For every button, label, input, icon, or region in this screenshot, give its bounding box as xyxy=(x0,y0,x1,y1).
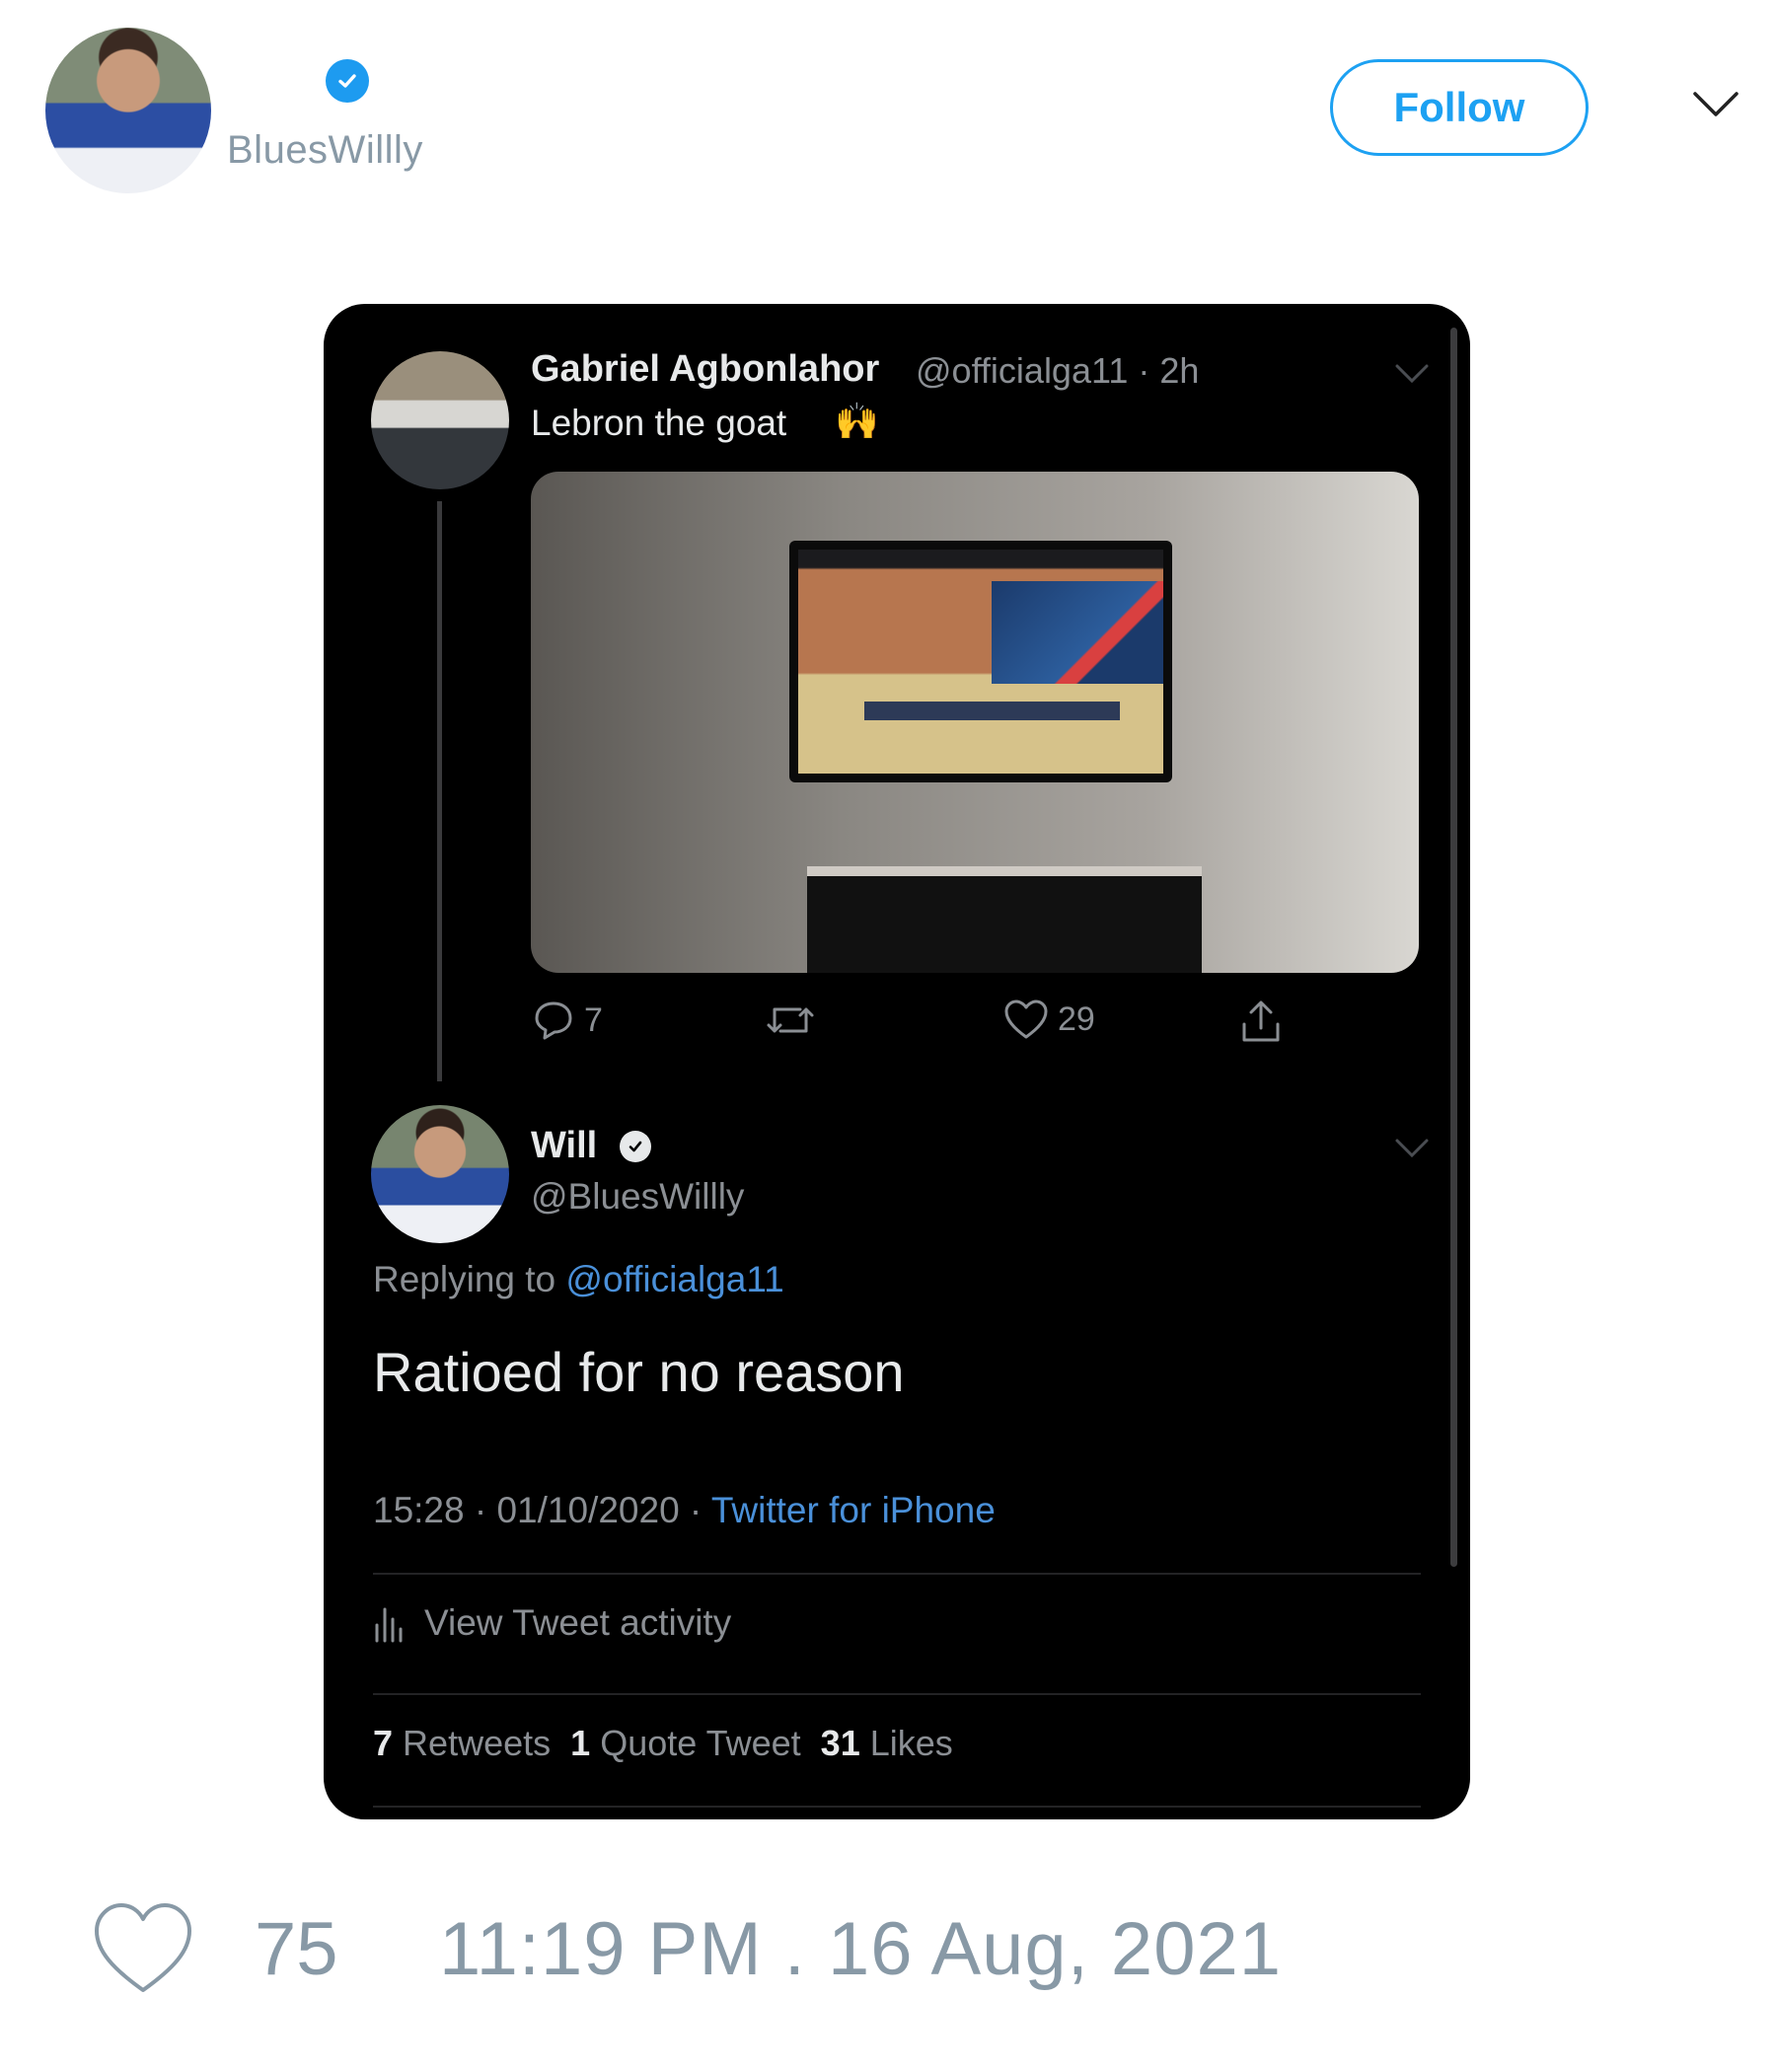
parent-tweet-text: Lebron the goat xyxy=(531,403,787,443)
chevron-down-icon xyxy=(1395,364,1429,384)
thread-line xyxy=(437,501,442,1081)
author-handle[interactable]: BluesWillly xyxy=(227,128,423,173)
fireplace-image xyxy=(807,876,1202,973)
tweet-photo xyxy=(531,472,1419,973)
quotes-number: 1 xyxy=(570,1723,591,1763)
author-avatar[interactable] xyxy=(45,28,211,193)
like-action: 29 xyxy=(1002,998,1095,1041)
parent-author-meta: @officialga11 · 2h xyxy=(916,350,1200,391)
replying-mention: @officialga11 xyxy=(565,1259,784,1299)
bar-chart-icon xyxy=(375,1607,403,1643)
embedded-screenshot[interactable]: Gabriel Agbonlahor @officialga11 · 2h Le… xyxy=(324,304,1470,1819)
reply-count: 7 xyxy=(584,1000,603,1039)
tweet-meta: 15:28 · 01/10/2020 · Twitter for iPhone xyxy=(373,1490,996,1531)
replying-prefix: Replying to xyxy=(373,1259,566,1299)
reply-icon xyxy=(535,1001,572,1040)
heart-icon[interactable] xyxy=(89,1899,197,1998)
divider xyxy=(373,1573,1421,1575)
like-count: 75 xyxy=(255,1907,338,1991)
parent-author-name: Gabriel Agbonlahor xyxy=(531,348,880,390)
reply-tweet-text: Ratioed for no reason xyxy=(373,1341,905,1403)
quotes-label: Quote Tweet xyxy=(600,1723,801,1763)
activity-label: View Tweet activity xyxy=(424,1602,732,1643)
view-tweet-activity: View Tweet activity xyxy=(373,1602,731,1644)
parent-author-avatar xyxy=(371,351,509,489)
reply-action: 7 xyxy=(531,998,603,1043)
tv-image xyxy=(789,541,1172,782)
reply-author-handle: @BluesWillly xyxy=(531,1176,745,1217)
divider xyxy=(373,1806,1421,1808)
chevron-down-icon[interactable] xyxy=(1691,89,1740,118)
likes-number: 31 xyxy=(820,1723,860,1763)
reply-author-avatar xyxy=(371,1105,509,1243)
retweet-icon xyxy=(767,1007,814,1033)
share-icon xyxy=(1242,1000,1280,1042)
scrollbar xyxy=(1450,328,1457,1567)
retweet-action xyxy=(763,998,826,1043)
divider xyxy=(373,1693,1421,1695)
replying-to: Replying to @officialga11 xyxy=(373,1259,784,1300)
raised-hands-emoji: 🙌 xyxy=(835,401,879,441)
tweet-time-date: 15:28 · 01/10/2020 · xyxy=(373,1490,711,1530)
tweet-source: Twitter for iPhone xyxy=(710,1490,996,1530)
chevron-down-icon xyxy=(1395,1139,1429,1158)
verified-badge-icon xyxy=(620,1131,651,1162)
tweet-timestamp[interactable]: 11:19 PM . 16 Aug, 2021 xyxy=(439,1906,1282,1992)
follow-button[interactable]: Follow xyxy=(1330,59,1589,156)
retweets-number: 7 xyxy=(373,1723,394,1763)
verified-badge-icon xyxy=(326,59,369,103)
retweets-label: Retweets xyxy=(403,1723,552,1763)
tweet-stats: 7 Retweets 1 Quote Tweet 31 Likes xyxy=(373,1723,953,1764)
reply-author-name: Will xyxy=(531,1125,598,1166)
likes-label: Likes xyxy=(869,1723,953,1763)
like-count: 29 xyxy=(1058,999,1095,1038)
like-icon xyxy=(1004,999,1048,1039)
